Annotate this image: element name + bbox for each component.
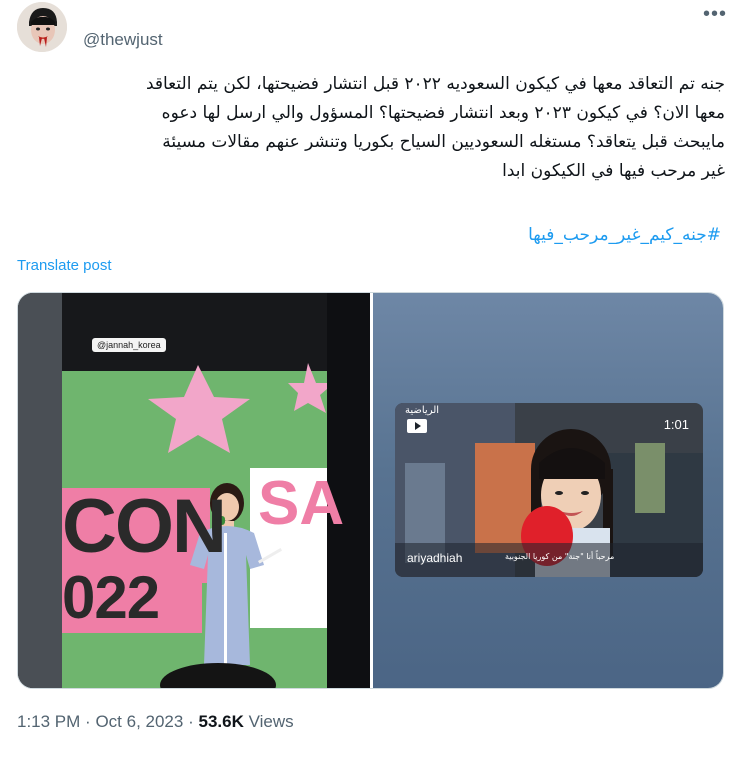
avatar-photo-icon xyxy=(17,2,67,52)
hashtag-link[interactable]: #جنه_كيم_غير_مرحب_فيها xyxy=(17,225,721,245)
video-play-icon[interactable] xyxy=(407,417,427,435)
views-label: Views xyxy=(248,712,294,731)
author-handle[interactable]: @thewjust xyxy=(83,30,163,50)
watermark-label: @jannah_korea xyxy=(92,338,166,352)
video-thumbnail[interactable]: الرياضية 1:01 ariyadhiah مرحباً أنا "جنة… xyxy=(395,403,703,577)
translate-post-link[interactable]: Translate post xyxy=(17,257,112,274)
more-options-icon[interactable]: ••• xyxy=(703,4,727,24)
brand-logo-text: الرياضية xyxy=(405,405,440,416)
author-avatar[interactable] xyxy=(17,2,67,52)
separator-dot: · xyxy=(85,712,91,731)
post-date[interactable]: Oct 6, 2023 xyxy=(95,712,183,731)
post-time[interactable]: 1:13 PM xyxy=(17,712,80,731)
tweet-text: جنه تم التعاقد معها في كيكون السعوديه ٢٠… xyxy=(17,70,725,186)
tweet-text-line: غير مرحب فيها في الكيكون ابدا xyxy=(502,161,725,181)
tweet-text-line: جنه تم التعاقد معها في كيكون السعوديه ٢٠… xyxy=(145,74,725,94)
tweet-text-line: مايبحث قبل يتعاقد؟ مستغله السعوديين السي… xyxy=(162,132,725,152)
tweet-text-line: معها الان؟ في كيكون ٢٠٢٣ وبعد انتشار فضي… xyxy=(161,103,725,123)
banner-text: CON xyxy=(62,484,227,569)
video-caption: مرحباً أنا "جنة" من كوريا الجنوبية xyxy=(505,552,615,561)
tweet-footer: 1:13 PM · Oct 6, 2023 · 53.6K Views xyxy=(17,712,294,732)
banner-side-text: SA xyxy=(258,469,345,538)
media-grid: @jannah_korea CON 022 SA الرياضية 1:01 a… xyxy=(17,292,724,689)
video-duration: 1:01 xyxy=(663,417,689,432)
banner-year: 022 xyxy=(62,564,160,631)
separator-dot: · xyxy=(188,712,194,731)
media-video-card[interactable]: الرياضية 1:01 ariyadhiah مرحباً أنا "جنة… xyxy=(373,293,723,688)
video-account-label: ariyadhiah xyxy=(407,551,463,565)
media-photo-stage[interactable]: @jannah_korea CON 022 SA xyxy=(18,293,370,688)
views-count[interactable]: 53.6K xyxy=(198,712,243,731)
tweet-header: @thewjust ••• xyxy=(17,0,727,60)
